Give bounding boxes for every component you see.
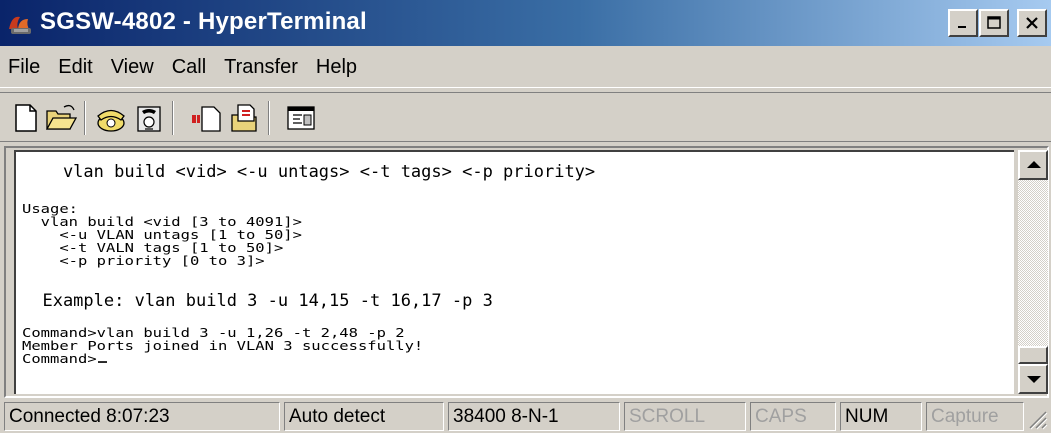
resize-grip-icon[interactable] [1026,408,1048,430]
arrow-down-icon [1027,376,1041,383]
menu-transfer[interactable]: Transfer [224,56,298,79]
properties-icon[interactable] [284,101,318,135]
menu-bar: File Edit View Call Transfer Help [0,48,1051,88]
call-icon[interactable] [94,101,128,135]
status-detect: Auto detect [284,402,444,431]
status-connected: Connected 8:07:23 [4,402,280,431]
scroll-up-button[interactable] [1018,150,1048,180]
terminal-line: Example: vlan build 3 -u 14,15 -t 16,17 … [22,291,493,311]
terminal-line: vlan build <vid> <-u untags> <-t tags> <… [22,162,596,182]
status-bar: Connected 8:07:23 Auto detect 38400 8-N-… [0,400,1051,433]
toolbar-separator [268,101,270,135]
maximize-button[interactable] [979,9,1009,37]
close-button[interactable] [1017,9,1047,37]
terminal-output[interactable]: vlan build <vid> <-u untags> <-t tags> <… [14,150,1014,394]
close-icon [1026,17,1038,29]
menu-call[interactable]: Call [172,56,206,79]
terminal-prompt-line: Command> [22,351,107,367]
minimize-button[interactable] [948,9,978,37]
scrollbar-thumb[interactable] [1018,346,1048,364]
new-connection-icon[interactable] [8,101,42,135]
hyperterminal-window: SGSW-4802 - HyperTerminal File Edit View… [0,0,1051,433]
menu-help[interactable]: Help [316,56,357,79]
status-num: NUM [840,402,922,431]
toolbar [0,92,1051,142]
scroll-down-button[interactable] [1018,364,1048,394]
terminal-line: <-p priority [0 to 3]> [22,253,265,269]
minimize-icon [958,26,966,28]
disconnect-icon[interactable] [132,101,166,135]
status-scroll: SCROLL [624,402,746,431]
terminal-prompt: Command> [22,351,97,367]
status-port-settings: 38400 8-N-1 [448,402,620,431]
toolbar-separator [172,101,174,135]
arrow-up-icon [1027,161,1041,168]
menu-file[interactable]: File [8,56,40,79]
status-caps: CAPS [750,402,836,431]
title-bar[interactable]: SGSW-4802 - HyperTerminal [0,0,1051,46]
menu-edit[interactable]: Edit [58,56,92,79]
toolbar-separator [84,101,86,135]
receive-icon[interactable] [228,101,262,135]
open-icon[interactable] [44,101,78,135]
window-title: SGSW-4802 - HyperTerminal [40,8,367,35]
status-capture: Capture [926,402,1024,431]
terminal-frame: vlan build <vid> <-u untags> <-t tags> <… [4,146,1049,398]
vertical-scrollbar[interactable] [1018,150,1048,394]
hyperterminal-icon [9,16,31,34]
menu-view[interactable]: View [111,56,154,79]
maximize-icon [987,16,1001,29]
send-icon[interactable] [190,101,224,135]
text-cursor [97,361,107,363]
